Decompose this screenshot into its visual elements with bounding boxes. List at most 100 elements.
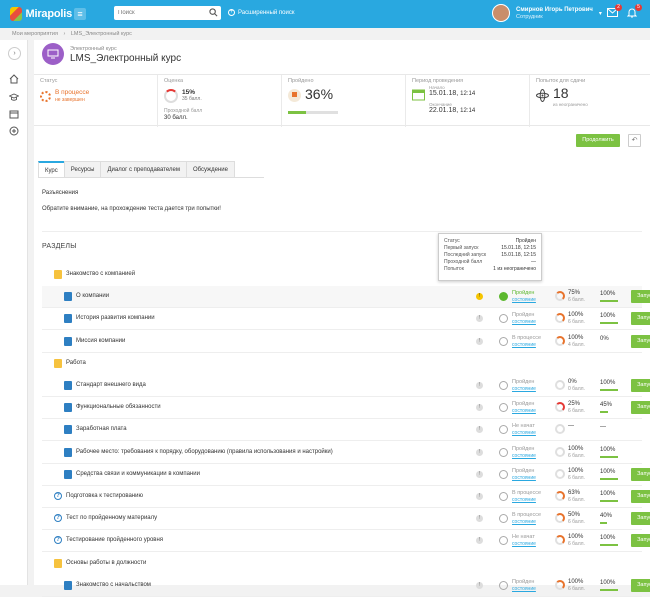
table-row[interactable]: Стандарт внешнего вида! Пройден состояние 0… xyxy=(42,375,650,397)
back-button[interactable]: ↶ xyxy=(628,134,641,147)
menu-icon[interactable]: ≡ xyxy=(74,8,86,20)
row-status-link[interactable]: состояние xyxy=(512,342,541,349)
user-menu[interactable]: Смирнов Игорь Петрович Сотрудник ▾ xyxy=(492,4,602,22)
launch-button[interactable]: Запустить xyxy=(631,490,650,503)
table-row[interactable]: Знакомство с начальством! Пройден состояни… xyxy=(42,575,650,597)
continue-button[interactable]: Продолжить xyxy=(576,134,620,147)
tab-dialog[interactable]: Диалог с преподавателем xyxy=(100,161,187,178)
row-name[interactable]: Работа xyxy=(66,360,86,366)
row-name[interactable]: Подготовка к тестированию xyxy=(66,493,143,499)
row-status-link[interactable]: состояние xyxy=(512,319,536,326)
row-name[interactable]: Заработная плата xyxy=(76,426,127,432)
home-icon[interactable] xyxy=(9,74,19,84)
table-row[interactable]: История развития компании! Пройден состоян… xyxy=(42,308,650,331)
row-score-percent: 100% xyxy=(568,334,584,341)
row-score-points: 6 балл. xyxy=(568,585,585,592)
launch-button[interactable]: Запустить xyxy=(631,290,650,304)
table-row[interactable]: Миссия компании! В процессе состояние 100% 4… xyxy=(42,331,650,353)
sidebar-expand-button[interactable]: › xyxy=(8,47,21,60)
info-icon[interactable]: ! xyxy=(476,537,483,545)
row-name[interactable]: Функциональные обязанности xyxy=(76,404,161,410)
search-input[interactable] xyxy=(114,6,204,20)
table-row[interactable]: Средства связи и коммуникации в компании… xyxy=(42,464,650,486)
folder-icon xyxy=(54,558,62,568)
graduation-cap-icon[interactable] xyxy=(9,92,19,102)
row-status-link[interactable]: состояние xyxy=(512,586,536,593)
row-status-link[interactable]: состояние xyxy=(512,453,536,460)
launch-button[interactable]: Запустить xyxy=(631,578,650,592)
section-folder-row[interactable]: Работа xyxy=(42,353,642,375)
launch-button[interactable]: Запустить xyxy=(631,379,650,392)
section-folder-row[interactable]: Знакомство с компанией xyxy=(42,264,642,286)
row-name[interactable]: История развития компании xyxy=(76,315,155,321)
smiley-icon xyxy=(499,536,508,546)
row-status-link[interactable]: состояние xyxy=(512,430,536,437)
tab-discussion[interactable]: Обсуждение xyxy=(185,161,235,178)
row-status-link[interactable]: состояние xyxy=(512,519,541,526)
tooltip-value: Пройден xyxy=(515,238,536,244)
breadcrumb-root[interactable]: Мои мероприятия xyxy=(12,31,58,37)
row-status-link[interactable]: состояние xyxy=(512,297,536,304)
mail-button[interactable]: 2 xyxy=(607,4,622,18)
row-status-link[interactable]: состояние xyxy=(512,386,536,393)
table-row[interactable]: О компании! Пройден состояние 75% 6 балл. 100… xyxy=(42,286,650,309)
notifications-button[interactable]: 5 xyxy=(626,4,642,18)
row-name[interactable]: Средства связи и коммуникации в компании xyxy=(76,471,200,477)
row-name[interactable]: О компании xyxy=(76,293,109,299)
row-status-text: В процессе xyxy=(512,334,541,341)
table-row[interactable]: Заработная плата! Не начат состояние — — xyxy=(42,419,642,442)
launch-button[interactable]: Запустить xyxy=(631,467,650,481)
row-name[interactable]: Стандарт внешнего вида xyxy=(76,382,146,388)
calendar-icon[interactable] xyxy=(9,109,19,119)
launch-button[interactable]: Запустить xyxy=(631,312,650,326)
row-score-points: 6 балл. xyxy=(568,519,585,526)
row-name[interactable]: Тестирование пройденного уровня xyxy=(66,537,163,543)
row-score: 100% 6 балл. xyxy=(568,312,585,326)
table-row[interactable]: ? Подготовка к тестированию! В процессе сос… xyxy=(42,486,650,508)
info-icon[interactable]: ! xyxy=(476,382,483,389)
info-icon[interactable]: ! xyxy=(476,404,483,412)
table-row[interactable]: ? Тестирование пройденного уровня! Не нача… xyxy=(42,530,650,553)
search-icon[interactable] xyxy=(209,8,218,17)
table-row[interactable]: ? Тест по пройденному материалу! В процесс… xyxy=(42,508,650,531)
table-row[interactable]: Рабочее место: требования к порядку, обо… xyxy=(42,442,642,464)
add-circle-icon[interactable] xyxy=(9,126,19,136)
row-status-link[interactable]: состояние xyxy=(512,475,536,482)
tab-resources[interactable]: Ресурсы xyxy=(63,161,102,178)
info-icon[interactable]: ! xyxy=(476,337,483,345)
info-icon[interactable]: ! xyxy=(476,448,483,456)
progress-ring xyxy=(555,313,565,324)
warning-icon[interactable]: ! xyxy=(476,293,483,301)
table-row[interactable]: Функциональные обязанности! Пройден состоя… xyxy=(42,397,650,420)
tooltip-key: Первый запуск xyxy=(444,245,479,251)
info-icon[interactable]: ! xyxy=(476,515,483,523)
info-icon[interactable]: ! xyxy=(476,315,483,323)
launch-button[interactable]: Запустить xyxy=(631,512,650,526)
row-name[interactable]: Миссия компании xyxy=(76,338,125,344)
info-icon[interactable]: ! xyxy=(476,581,483,589)
section-folder-row[interactable]: Основы работы в должности xyxy=(42,553,642,575)
launch-button[interactable]: Запустить xyxy=(631,534,650,548)
row-status-text: Пройден xyxy=(512,290,535,297)
launch-button[interactable]: Запустить xyxy=(631,334,650,348)
test-question-icon: ? xyxy=(54,536,62,545)
book-icon xyxy=(64,447,72,457)
row-name[interactable]: Рабочее место: требования к порядку, обо… xyxy=(76,449,333,455)
row-status-link[interactable]: состояние xyxy=(512,408,536,415)
info-icon[interactable]: ! xyxy=(476,493,483,500)
info-icon[interactable]: ! xyxy=(476,426,483,434)
launch-button[interactable]: Запустить xyxy=(631,401,650,415)
row-name[interactable]: Тест по пройденному материалу xyxy=(66,515,157,521)
tab-course[interactable]: Курс xyxy=(38,161,65,178)
info-icon[interactable]: ! xyxy=(476,470,483,478)
row-status-link[interactable]: состояние xyxy=(512,541,536,548)
row-status-link[interactable]: состояние xyxy=(512,497,541,504)
period-start: 15.01.18, 12:14 xyxy=(429,90,475,97)
period-end-date: 22.01.18, xyxy=(429,107,459,114)
row-score: 25% 6 балл. xyxy=(568,401,585,415)
logo[interactable]: Mirapolis xyxy=(10,7,72,21)
advanced-search-link[interactable]: + Расширенный поиск xyxy=(228,9,295,16)
row-progress-bar xyxy=(600,477,618,480)
row-name[interactable]: Основы работы в должности xyxy=(66,560,146,566)
row-name[interactable]: Знакомство с компанией xyxy=(66,271,135,277)
